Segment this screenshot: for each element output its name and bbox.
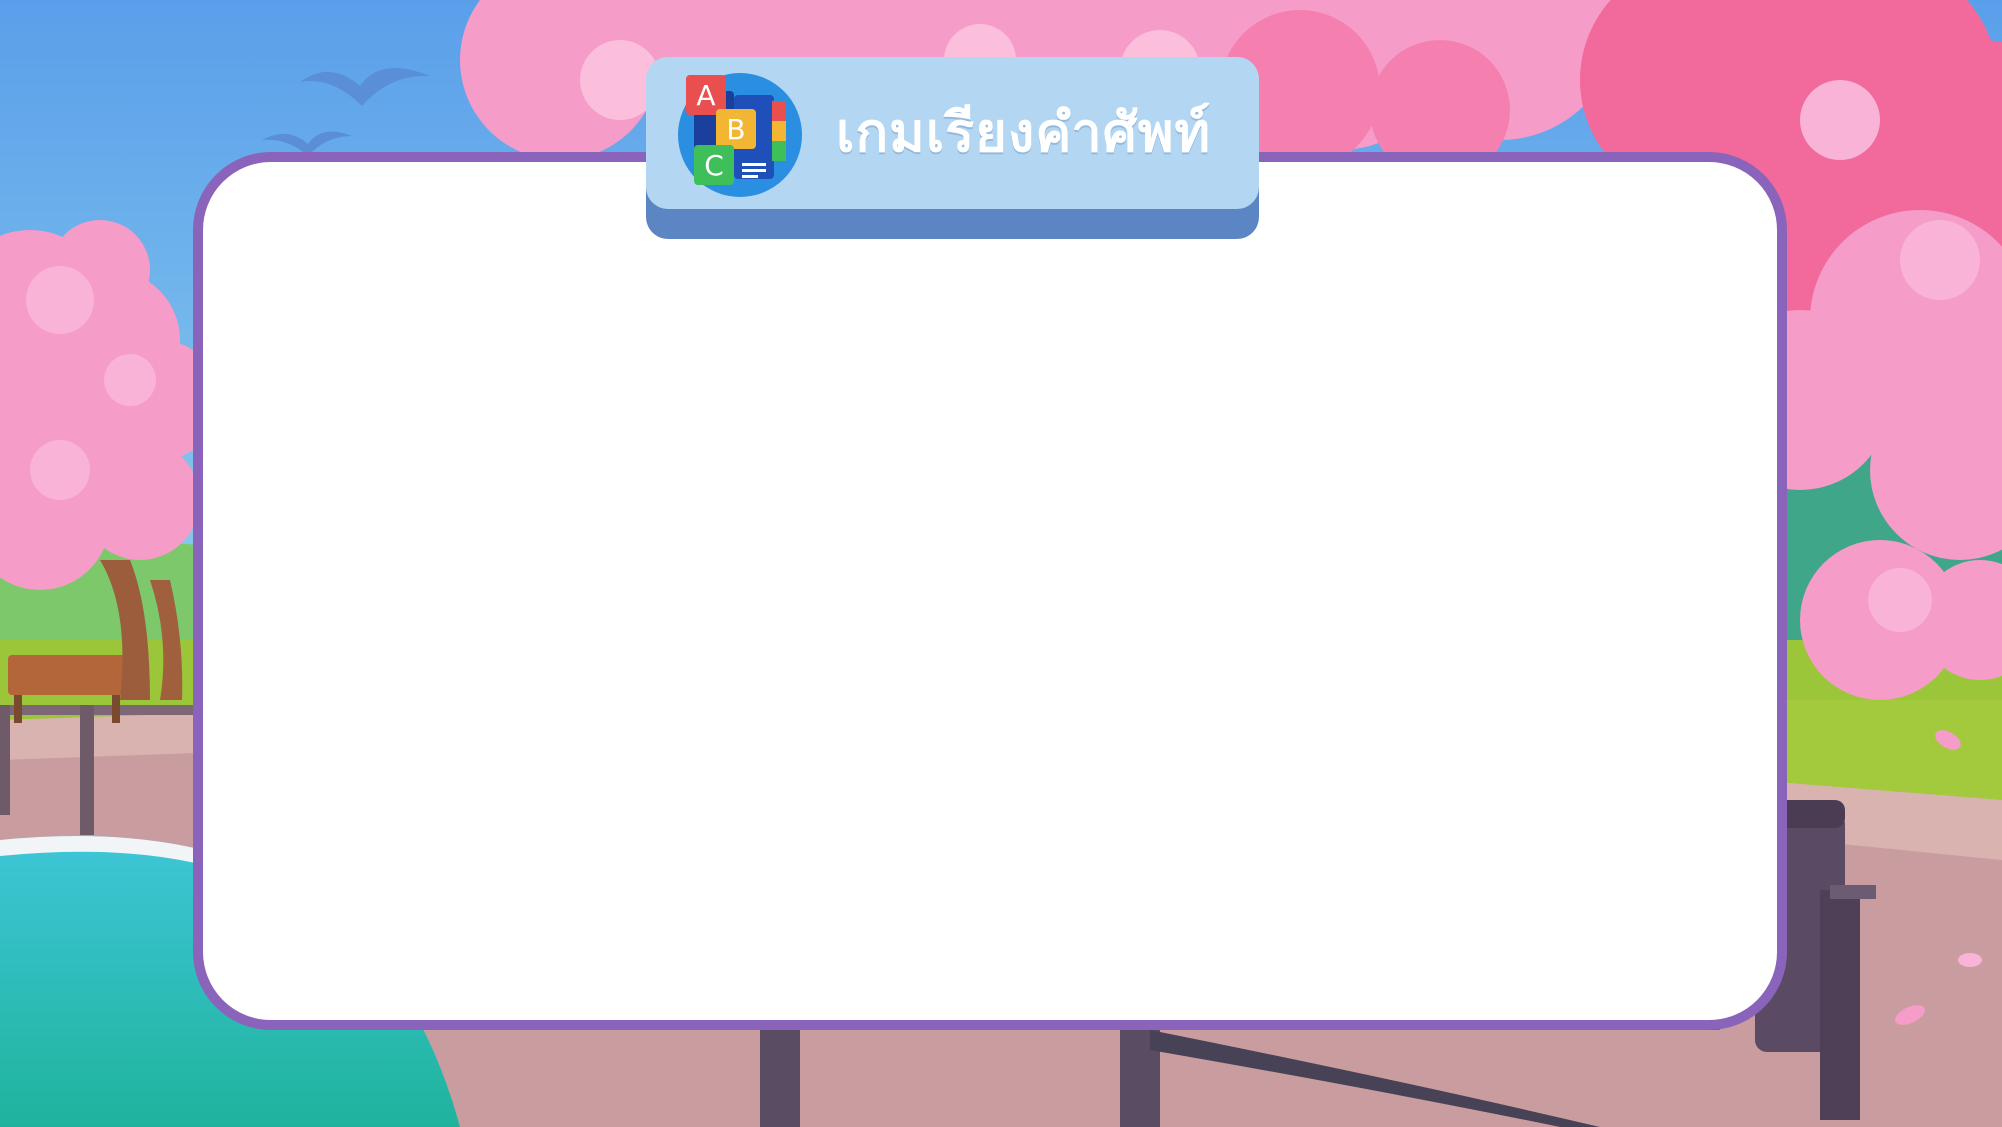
block-b-letter: B <box>726 113 745 146</box>
game-title: เกมเรียงคำศัพท์ <box>836 101 1212 164</box>
title-banner-face: A B C เกมเรียงคำศัพท์ <box>646 57 1259 209</box>
block-a-letter: A <box>696 79 715 112</box>
bench <box>8 655 130 695</box>
game-screen: A B C เกมเรียงคำศัพท์ <box>0 0 2002 1127</box>
abc-blocks-icon: A B C <box>678 73 802 197</box>
post <box>1820 890 1860 1120</box>
game-board-panel <box>193 152 1787 1030</box>
block-c-letter: C <box>704 149 724 182</box>
title-banner: A B C เกมเรียงคำศัพท์ <box>646 57 1259 239</box>
